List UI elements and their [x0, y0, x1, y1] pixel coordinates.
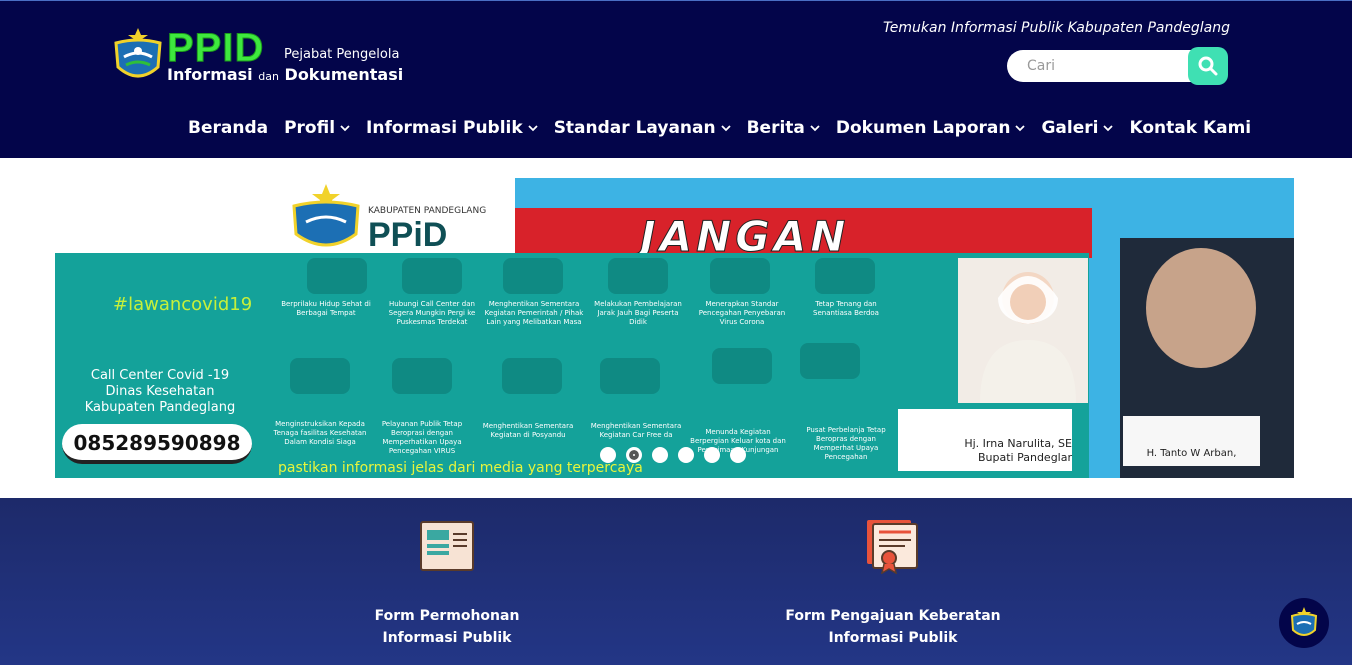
floating-emblem-button[interactable]	[1279, 598, 1329, 648]
main-navigation: Beranda Profil Informasi Publik Standar …	[188, 115, 1267, 141]
search-button[interactable]	[1188, 47, 1228, 85]
covid-tip: Melakukan Pembelajaran Jarak Jauh Bagi P…	[594, 300, 682, 326]
card-label: Form Pengajuan Keberatan Informasi Publi…	[783, 605, 1003, 649]
tip-illustration	[608, 258, 668, 294]
tip-illustration	[815, 258, 875, 294]
covid-tip: Tetap Tenang dan Senantiasa Berdoa	[813, 300, 879, 317]
card-label: Form Permohonan Informasi Publik	[337, 605, 557, 649]
call-center-line: Kabupaten Pandeglang	[84, 400, 236, 415]
slider-dot[interactable]	[730, 447, 746, 463]
nav-item-label: Standar Layanan	[553, 118, 716, 138]
banner-slider: KABUPATEN PANDEGLANG PPiD JANGAN #lawanc…	[0, 158, 1352, 498]
logo-dokumentasi: Dokumentasi	[284, 65, 404, 84]
call-center-phone: 085289590898	[62, 424, 252, 464]
slider-dot[interactable]	[652, 447, 668, 463]
search-bar	[1007, 47, 1229, 85]
nav-item-label: Berita	[746, 118, 805, 138]
nav-item-informasi-publik[interactable]: Informasi Publik	[366, 118, 538, 138]
tip-illustration	[402, 258, 462, 294]
covid-tip: Menghentikan Sementara Kegiatan Pemerint…	[484, 300, 584, 326]
tip-illustration	[712, 348, 772, 384]
nav-item-dokumen-laporan[interactable]: Dokumen Laporan	[836, 118, 1026, 138]
card-label-line: Form Permohonan	[374, 608, 520, 624]
covid-tip: Hubungi Call Center dan Segera Mungkin P…	[388, 300, 476, 326]
call-center-line: Call Center Covid -19	[90, 368, 230, 383]
slider-dot[interactable]	[678, 447, 694, 463]
slider-dot[interactable]	[704, 447, 720, 463]
nav-item-label: Profil	[284, 118, 336, 138]
chevron-down-icon	[1015, 125, 1026, 132]
chevron-down-icon	[340, 125, 350, 132]
site-header: PPID Pejabat Pengelola Informasi dan Dok…	[0, 0, 1352, 158]
chevron-down-icon	[528, 125, 538, 132]
logo-subtitle-line1: Pejabat Pengelola	[284, 47, 400, 62]
nav-item-beranda[interactable]: Beranda	[188, 118, 268, 138]
chevron-down-icon	[1103, 125, 1114, 132]
bupati-photo	[958, 258, 1088, 403]
services-section: Form Permohonan Informasi Publik Form Pe…	[0, 498, 1352, 665]
form-keberatan-card[interactable]: Form Pengajuan Keberatan Informasi Publi…	[783, 498, 1003, 649]
search-icon	[1198, 56, 1218, 76]
bupati-portrait-icon	[980, 272, 1076, 403]
covid-hashtag: #lawancovid19	[113, 294, 253, 315]
logo-brand-text: PPID	[166, 26, 265, 70]
nav-item-profil[interactable]: Profil	[284, 118, 350, 138]
slide-ppid-logo-text: PPiD	[368, 216, 448, 254]
covid-tip: Pusat Perbelanja Tetap Beropras dengan M…	[806, 426, 886, 461]
header-tagline: Temukan Informasi Publik Kabupaten Pande…	[882, 20, 1230, 36]
page: PPID Pejabat Pengelola Informasi dan Dok…	[0, 0, 1352, 665]
nav-item-label: Dokumen Laporan	[835, 118, 1011, 138]
nav-item-galeri[interactable]: Galeri	[1041, 118, 1114, 138]
slide-emblem-icon	[292, 184, 360, 247]
covid-bottom-message: pastikan informasi jelas dari media yang…	[278, 460, 643, 476]
logo-dan: dan	[258, 70, 279, 83]
covid-tip: Berprilaku Hidup Sehat di Berbagai Tempa…	[281, 300, 371, 317]
pandeglang-emblem-icon	[1290, 607, 1318, 636]
tip-illustration	[710, 258, 770, 294]
slider-pagination	[600, 447, 756, 463]
logo-subtitle-line2: Informasi dan Dokumentasi	[167, 65, 403, 84]
card-label-line: Informasi Publik	[828, 630, 958, 646]
call-center-line: Dinas Kesehatan	[105, 384, 215, 399]
covid-tip: Menginstruksikan Kepada Tenaga fasilitas…	[273, 420, 367, 446]
form-permohonan-card[interactable]: Form Permohonan Informasi Publik	[337, 498, 557, 649]
bupati-caption-line: Bupati Pandeglar	[977, 451, 1072, 464]
site-logo[interactable]: PPID Pejabat Pengelola Informasi dan Dok…	[112, 25, 412, 87]
nav-item-standar-layanan[interactable]: Standar Layanan	[554, 118, 731, 138]
nav-item-label: Galeri	[1041, 118, 1099, 138]
bupati-caption: Hj. Irna Narulita, SE Bupati Pandeglar	[898, 409, 1072, 471]
nav-item-label: Beranda	[188, 118, 269, 138]
wakil-bupati-face	[1146, 248, 1256, 368]
tip-illustration	[307, 258, 367, 294]
chevron-down-icon	[810, 125, 820, 132]
call-center-text: Call Center Covid -19 Dinas Kesehatan Ka…	[60, 368, 260, 416]
card-label-line: Informasi Publik	[382, 630, 512, 646]
card-label-line: Form Pengajuan Keberatan	[785, 608, 1001, 624]
nav-item-berita[interactable]: Berita	[747, 118, 820, 138]
slide-kabupaten-label: KABUPATEN PANDEGLANG	[368, 206, 487, 216]
wakil-bupati-caption: H. Tanto W Arban,	[1123, 416, 1260, 466]
pandeglang-emblem-icon	[114, 28, 162, 78]
nav-item-label: Kontak Kami	[1129, 118, 1252, 138]
bupati-caption-line: Hj. Irna Narulita, SE	[964, 437, 1072, 450]
nav-item-label: Informasi Publik	[366, 118, 523, 138]
tip-illustration	[800, 343, 860, 379]
chevron-down-icon	[720, 125, 731, 132]
search-input[interactable]	[1007, 50, 1207, 82]
tip-illustration	[290, 358, 350, 394]
form-document-icon	[420, 521, 474, 571]
covid-tip: Pelayanan Publik Tetap Beroprasi dengan …	[381, 420, 463, 455]
slider-dot[interactable]	[600, 447, 616, 463]
tip-illustration	[503, 258, 563, 294]
tip-illustration	[392, 358, 452, 394]
tip-illustration	[600, 358, 660, 394]
logo-informasi: Informasi	[167, 65, 253, 84]
slider-dot-active[interactable]	[626, 447, 642, 463]
tip-illustration	[502, 358, 562, 394]
certificate-icon	[867, 520, 918, 575]
covid-tip: Menghentikan Sementara Kegiatan di Posya…	[482, 422, 574, 439]
covid-tip: Menghentikan Sementara Kegiatan Car Free…	[590, 422, 682, 439]
nav-item-kontak-kami[interactable]: Kontak Kami	[1129, 118, 1251, 138]
covid-tip: Menerapkan Standar Pencegahan Penyebaran…	[698, 300, 786, 326]
